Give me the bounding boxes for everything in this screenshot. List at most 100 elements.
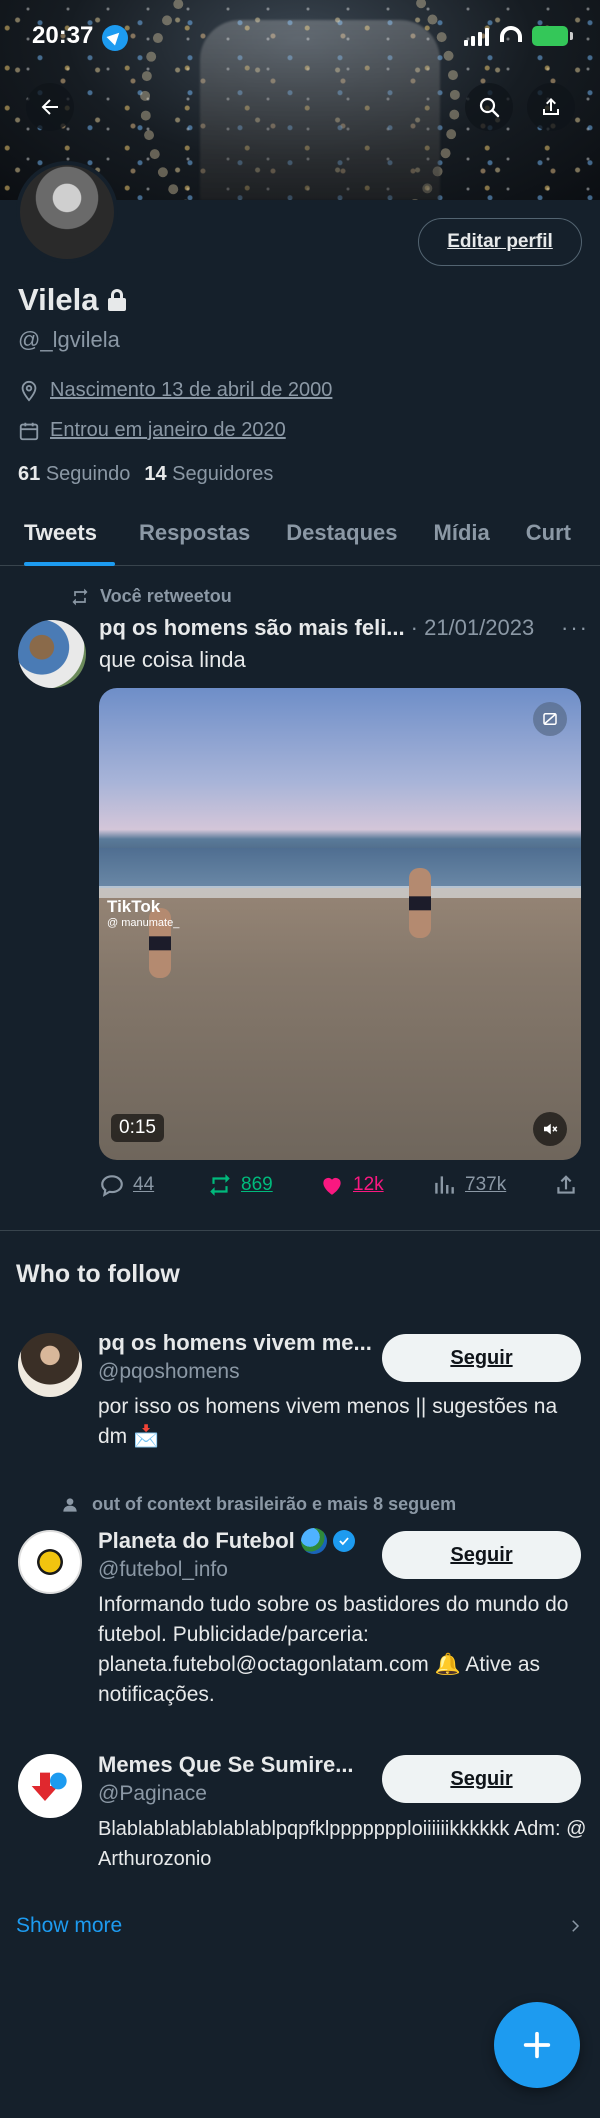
tab-destaques[interactable]: Destaques	[268, 512, 415, 566]
followers-link[interactable]: 14 Seguidores	[144, 463, 273, 486]
mute-button[interactable]	[533, 1112, 567, 1146]
tiktok-watermark: TikTok @ manumate_	[107, 897, 180, 929]
share-icon	[557, 1175, 575, 1194]
suggested-account-bio: por isso os homens vivem menos || sugest…	[98, 1395, 558, 1448]
retweet-context: Você retweetou	[70, 586, 232, 607]
video-person	[409, 868, 431, 938]
suggested-account-name[interactable]: Memes Que Se Sumire...	[98, 1752, 354, 1778]
profile-avatar[interactable]	[16, 161, 118, 263]
suggested-account-bio: Informando tudo sobre os bastidores do m…	[98, 1593, 569, 1706]
cell-signal-icon	[464, 28, 489, 46]
location-pin-icon	[21, 380, 37, 402]
reply-icon	[101, 1175, 123, 1197]
followers-label: Seguidores	[172, 463, 274, 485]
like-count: 12k	[353, 1174, 384, 1195]
suggested-account-handle: @futebol_info	[98, 1558, 228, 1581]
plus-icon	[523, 2031, 551, 2059]
video-duration: 0:15	[111, 1114, 164, 1142]
retweet-icon	[72, 588, 88, 605]
following-label: Seguindo	[45, 463, 131, 485]
section-divider	[0, 1230, 600, 1231]
wifi-icon	[500, 26, 522, 42]
follow-button[interactable]: Seguir	[382, 1755, 581, 1803]
tweet-author-name[interactable]: pq os homens são mais feli...	[99, 615, 405, 641]
reply-count: 44	[133, 1174, 155, 1195]
profile-handle: @_lgvilela	[18, 327, 120, 352]
search-button[interactable]	[465, 83, 513, 131]
suggested-account-avatar[interactable]	[18, 1530, 82, 1594]
compose-tweet-button[interactable]	[494, 2002, 580, 2088]
tweet-text: que coisa linda	[99, 647, 246, 672]
followers-count: 14	[144, 463, 167, 485]
location-arrow-icon	[102, 25, 128, 51]
view-count: 737k	[465, 1174, 507, 1195]
profile-name-row: Vilela	[18, 282, 127, 318]
status-bar: 20:37	[0, 0, 600, 78]
joined-date-link[interactable]: Entrou em janeiro de 2020	[50, 419, 286, 442]
tiktok-logo-text: TikTok	[107, 897, 161, 916]
speaker-muted-icon	[544, 1123, 558, 1135]
globe-emoji-icon	[300, 1528, 327, 1554]
who-to-follow-title: Who to follow	[16, 1260, 180, 1288]
retweet-count: 869	[241, 1174, 273, 1195]
tab-curtidas[interactable]: Curt	[508, 512, 589, 566]
suggested-account-avatar[interactable]	[18, 1333, 82, 1397]
following-count: 61	[18, 463, 41, 485]
suggested-account-name: Planeta do Futebol	[98, 1528, 295, 1553]
red-arrow-logo-icon	[31, 1772, 67, 1801]
follow-button[interactable]: Seguir	[382, 1531, 581, 1579]
video-shoreline	[99, 886, 581, 898]
suggested-account-handle: @Paginace	[98, 1782, 207, 1805]
follow-button[interactable]: Seguir	[382, 1334, 581, 1382]
lock-icon	[108, 289, 127, 311]
back-arrow-icon	[41, 99, 58, 115]
follow-counts: 61 Seguindo 14 Seguidores	[18, 463, 273, 486]
share-tweet-button[interactable]	[553, 1172, 579, 1198]
back-button[interactable]	[26, 83, 74, 131]
birth-date-row: Nascimento 13 de abril de 2000	[18, 379, 332, 402]
tweet-actions: 44 869 12k 737k	[99, 1172, 589, 1204]
status-time: 20:37	[32, 22, 94, 49]
suggested-account-handle: @pqoshomens	[98, 1360, 240, 1383]
analytics-icon	[435, 1176, 454, 1194]
content-label-button[interactable]	[533, 702, 567, 736]
calendar-icon	[19, 422, 39, 440]
verified-badge-icon	[332, 1530, 355, 1552]
views-button[interactable]: 737k	[431, 1172, 506, 1198]
profile-tabs: Tweets Respostas Destaques Mídia Curt	[0, 512, 600, 566]
show-more-link[interactable]: Show more	[16, 1914, 584, 1938]
heart-icon	[323, 1177, 341, 1195]
show-more-label: Show more	[16, 1914, 123, 1937]
share-icon	[543, 98, 559, 115]
birth-date-link[interactable]: Nascimento 13 de abril de 2000	[50, 379, 332, 402]
edit-profile-button[interactable]: Editar perfil	[418, 218, 582, 266]
tweet-author-avatar[interactable]	[18, 620, 86, 688]
social-context-text: out of context brasileirão e mais 8 segu…	[92, 1494, 457, 1514]
like-button[interactable]: 12k	[319, 1172, 384, 1198]
suggested-account-name-row[interactable]: Planeta do Futebol	[98, 1528, 355, 1554]
media-warning-icon	[543, 713, 557, 725]
tweet-video[interactable]: TikTok @ manumate_ 0:15	[99, 688, 581, 1160]
person-icon	[63, 1497, 77, 1512]
reply-button[interactable]: 44	[99, 1172, 154, 1198]
video-sea	[99, 848, 581, 888]
chevron-right-icon	[572, 1920, 580, 1932]
more-options-button[interactable]: ···	[561, 615, 589, 641]
tiktok-username: @ manumate_	[107, 916, 180, 929]
profile-name: Vilela	[18, 282, 99, 317]
share-button[interactable]	[527, 83, 575, 131]
suggested-account-avatar[interactable]	[18, 1754, 82, 1818]
following-link[interactable]: 61 Seguindo	[18, 463, 130, 486]
suggested-account-bio: Blablablablablablablpqpfklppppppploiiiii…	[98, 1818, 587, 1870]
retweet-button[interactable]: 869	[207, 1172, 273, 1198]
social-context: out of context brasileirão e mais 8 segu…	[62, 1494, 456, 1515]
tab-tweets[interactable]: Tweets	[0, 512, 115, 566]
tweet-date[interactable]: · 21/01/2023	[411, 615, 535, 641]
joined-date-row: Entrou em janeiro de 2020	[18, 419, 286, 442]
suggested-account-name[interactable]: pq os homens vivem me...	[98, 1330, 372, 1356]
tab-respostas[interactable]: Respostas	[115, 512, 268, 566]
retweet-icon	[210, 1174, 230, 1196]
battery-charging-icon	[532, 26, 573, 46]
tweet-header: pq os homens são mais feli... · 21/01/20…	[99, 615, 589, 641]
tab-midia[interactable]: Mídia	[416, 512, 508, 566]
